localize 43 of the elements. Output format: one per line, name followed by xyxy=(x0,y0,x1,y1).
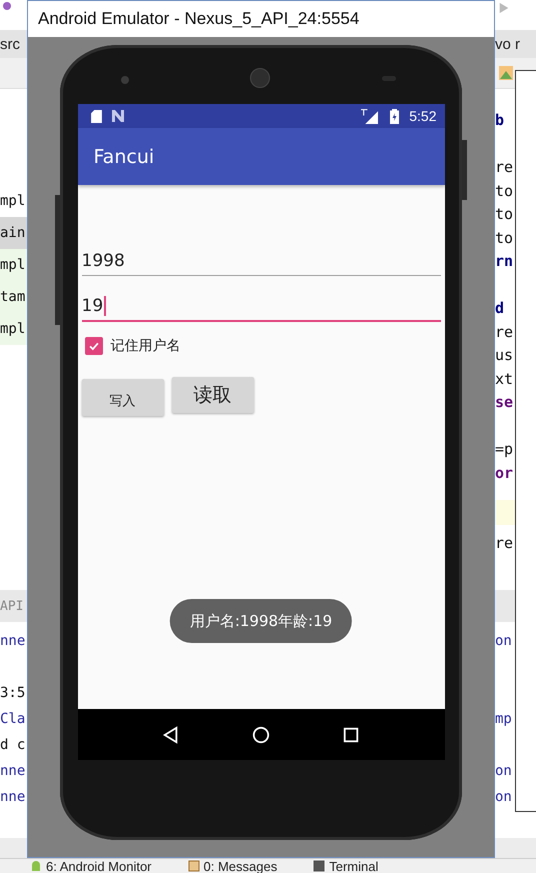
console-line: on xyxy=(495,788,513,807)
project-tree-item[interactable]: ain xyxy=(0,217,27,249)
code-line: re xyxy=(495,322,514,342)
tool-window-tab[interactable]: 6: Android Monitor xyxy=(30,859,152,873)
code-line: =p xyxy=(495,439,514,460)
tool-window-tab[interactable]: Terminal xyxy=(313,859,378,873)
checkbox-label[interactable]: 记住用户名 xyxy=(110,337,180,355)
code-line: us xyxy=(495,345,514,366)
code-line: xt xyxy=(495,368,514,390)
action-button[interactable]: 写入 xyxy=(82,379,164,416)
console-line: Cla xyxy=(0,710,26,729)
app-title: Fancui xyxy=(94,146,154,168)
clock: 5:52 xyxy=(409,108,436,124)
code-line: re xyxy=(495,533,514,554)
console-line: on xyxy=(495,762,513,781)
code-line: to xyxy=(495,228,514,248)
file-tab[interactable]: src xyxy=(0,36,20,52)
text-field[interactable]: 1998 xyxy=(82,247,440,276)
project-tree-item[interactable]: mpl xyxy=(0,185,27,217)
code-line: se xyxy=(495,392,514,413)
file-tab[interactable]: vo r xyxy=(495,36,520,52)
console-line: 3:5 xyxy=(0,684,26,703)
console-line: nne xyxy=(0,632,26,651)
text-field[interactable]: 19 xyxy=(82,292,440,322)
code-line: to xyxy=(495,180,514,202)
project-tree-item[interactable]: tam xyxy=(0,281,27,313)
code-line: to xyxy=(495,204,514,225)
project-tree-item[interactable]: mpl xyxy=(0,313,27,345)
console-line: on xyxy=(495,632,513,651)
window-title: Android Emulator - Nexus_5_API_24:5554 xyxy=(38,9,360,29)
console-line: nne xyxy=(0,762,26,781)
code-line: d xyxy=(495,298,506,319)
code-line: re xyxy=(495,157,514,178)
action-button[interactable]: 读取 xyxy=(172,377,254,413)
console-line: d c xyxy=(0,736,26,755)
console-line: nne xyxy=(0,788,26,807)
code-line: or xyxy=(495,462,514,484)
toast-message: 用户名:1998年龄:19 xyxy=(170,599,352,643)
code-line: rn xyxy=(495,251,514,272)
console-line: mp xyxy=(495,710,513,729)
code-line: b xyxy=(495,110,506,131)
project-tree-item[interactable]: mpl xyxy=(0,249,27,281)
tool-window-tab[interactable]: 0: Messages xyxy=(188,859,278,873)
